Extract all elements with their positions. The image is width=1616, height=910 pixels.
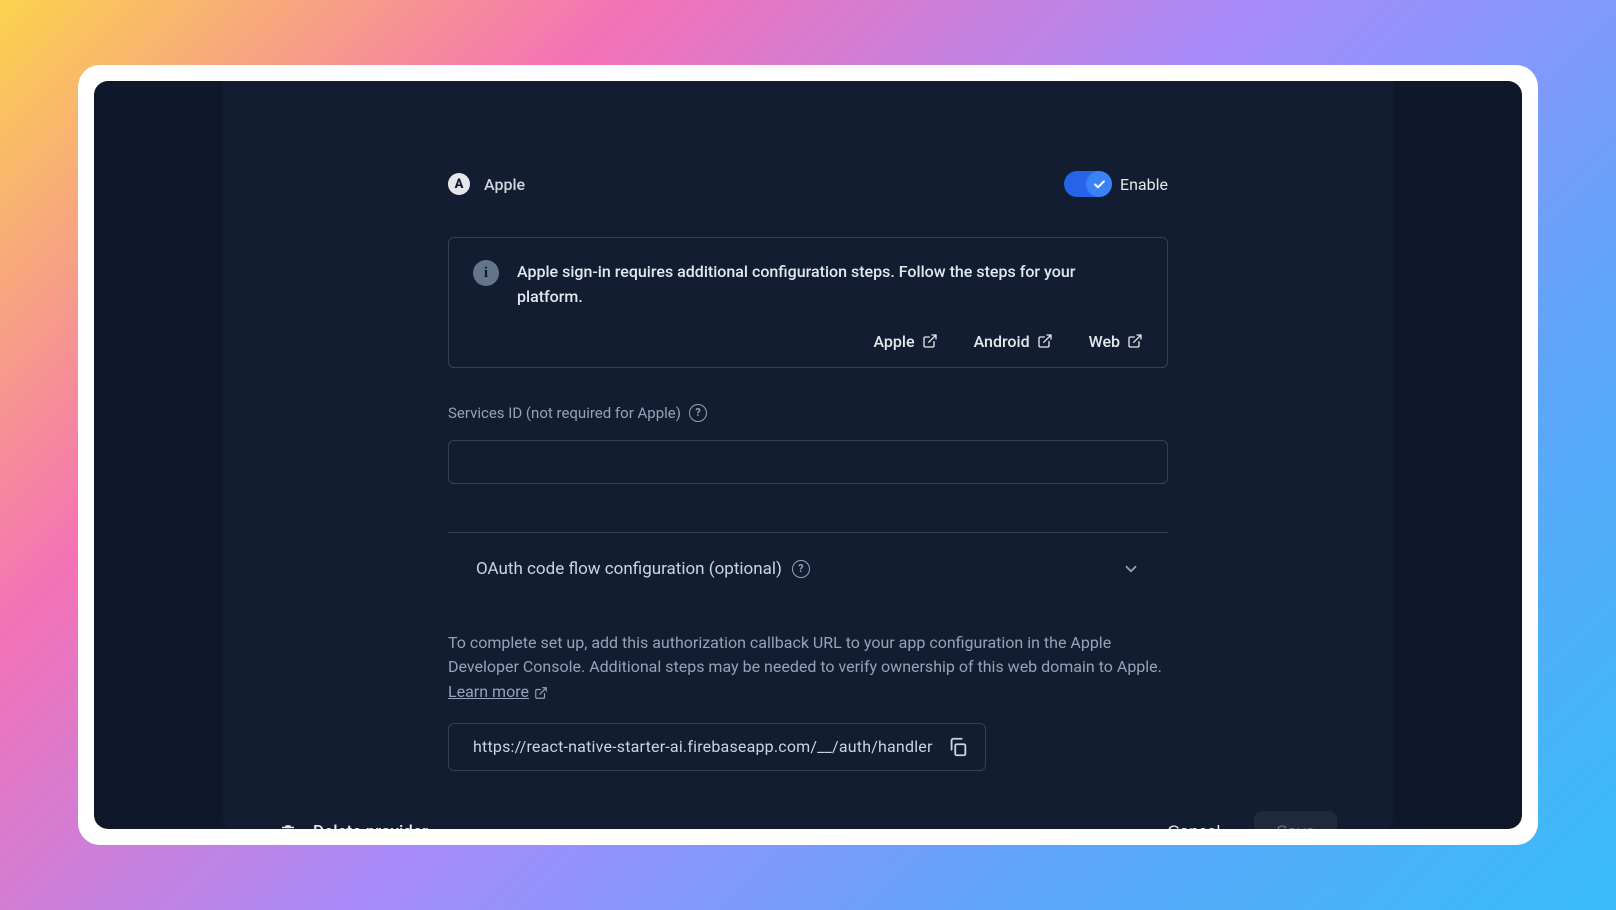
provider-header: A Apple Enable: [448, 171, 1168, 197]
help-icon[interactable]: ?: [689, 404, 707, 422]
platform-link-web[interactable]: Web: [1089, 332, 1143, 351]
external-link-icon: [534, 686, 548, 700]
chevron-down-icon: [1122, 560, 1140, 578]
delete-provider-button[interactable]: Delete provider: [279, 822, 428, 829]
provider-identity: A Apple: [448, 173, 525, 195]
platform-link-label: Android: [974, 332, 1030, 351]
save-button[interactable]: Save: [1254, 811, 1337, 829]
platform-link-apple[interactable]: Apple: [873, 332, 937, 351]
browser-frame: A Apple Enable i Apple sign-in requires …: [78, 65, 1538, 845]
oauth-title-text: OAuth code flow configuration (optional): [476, 559, 782, 579]
services-id-input[interactable]: [448, 440, 1168, 484]
platform-link-label: Web: [1089, 332, 1120, 351]
oauth-expander[interactable]: OAuth code flow configuration (optional)…: [448, 532, 1168, 605]
platform-link-label: Apple: [873, 332, 914, 351]
checkmark-icon: [1086, 171, 1112, 197]
cancel-button[interactable]: Cancel: [1153, 812, 1234, 829]
platform-links: Apple Android Web: [473, 332, 1143, 351]
services-id-label-text: Services ID (not required for Apple): [448, 404, 681, 422]
services-id-label: Services ID (not required for Apple) ?: [448, 404, 1168, 422]
provider-name: Apple: [484, 175, 525, 194]
learn-more-link[interactable]: Learn more: [448, 680, 548, 705]
callback-description-text: To complete set up, add this authorizati…: [448, 633, 1162, 677]
callback-url-box: https://react-native-starter-ai.firebase…: [448, 723, 986, 771]
enable-toggle[interactable]: [1064, 171, 1110, 197]
external-link-icon: [922, 333, 938, 349]
callback-url: https://react-native-starter-ai.firebase…: [473, 737, 933, 756]
provider-config-card: A Apple Enable i Apple sign-in requires …: [223, 81, 1393, 829]
copy-button[interactable]: [947, 736, 969, 758]
card-footer: Delete provider Cancel Save: [279, 771, 1337, 829]
platform-link-android[interactable]: Android: [974, 332, 1053, 351]
footer-actions: Cancel Save: [1153, 811, 1337, 829]
delete-provider-label: Delete provider: [313, 822, 428, 829]
trash-icon: [279, 822, 297, 829]
oauth-title: OAuth code flow configuration (optional)…: [476, 559, 810, 579]
help-icon[interactable]: ?: [792, 560, 810, 578]
info-icon: i: [473, 260, 499, 286]
app-surface: A Apple Enable i Apple sign-in requires …: [94, 81, 1522, 829]
info-banner: i Apple sign-in requires additional conf…: [448, 237, 1168, 368]
apple-icon: A: [448, 173, 470, 195]
enable-label: Enable: [1120, 175, 1168, 194]
callback-description: To complete set up, add this authorizati…: [448, 631, 1168, 705]
content-column: A Apple Enable i Apple sign-in requires …: [448, 171, 1168, 771]
external-link-icon: [1127, 333, 1143, 349]
external-link-icon: [1037, 333, 1053, 349]
copy-icon: [947, 736, 969, 758]
info-text: Apple sign-in requires additional config…: [517, 260, 1143, 310]
enable-toggle-group: Enable: [1064, 171, 1168, 197]
learn-more-text: Learn more: [448, 680, 529, 705]
